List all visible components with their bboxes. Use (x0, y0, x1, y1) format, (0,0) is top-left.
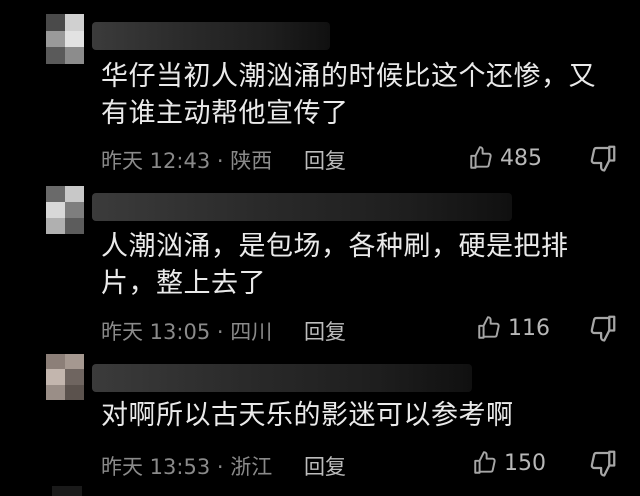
like-count: 150 (504, 450, 546, 476)
username[interactable] (92, 193, 512, 221)
comment-text: 人潮汹涌，是包场，各种刷，硬是把排片，整上去了 (101, 231, 569, 299)
thumbs-down-icon[interactable] (588, 143, 618, 173)
username[interactable] (92, 22, 330, 50)
like-button[interactable]: 116 (476, 314, 550, 342)
thumbs-up-icon (470, 146, 492, 169)
avatar[interactable] (46, 354, 84, 400)
avatar[interactable] (46, 14, 84, 64)
reply-button[interactable]: 回复 (304, 145, 346, 175)
like-count: 116 (508, 315, 550, 341)
comment-text: 华仔当初人潮汹涌的时候比这个还惨，又有谁主动帮他宣传了 (101, 61, 596, 129)
thumbs-down-icon[interactable] (588, 448, 618, 478)
comment-meta: 昨天 12:43 · 陕西 (101, 149, 273, 173)
thumbs-up-icon (474, 451, 496, 474)
comment-meta: 昨天 13:53 · 浙江 (101, 455, 273, 479)
like-button[interactable]: 485 (468, 144, 542, 172)
comment-item: 华仔当初人潮汹涌的时候比这个还惨，又有谁主动帮他宣传了 昨天 12:43 · 陕… (0, 0, 640, 180)
thumbs-up-icon (478, 316, 500, 339)
avatar[interactable] (46, 186, 84, 234)
comment-item: 人潮汹涌，是包场，各种刷，硬是把排片，整上去了 昨天 13:05 · 四川 回复… (0, 180, 640, 350)
like-count: 485 (500, 145, 542, 171)
comment-text: 对啊所以古天乐的影迷可以参考啊 (101, 400, 514, 431)
reply-button[interactable]: 回复 (304, 451, 346, 481)
like-button[interactable]: 150 (472, 449, 546, 477)
thumbs-down-icon[interactable] (588, 313, 618, 343)
reply-button[interactable]: 回复 (304, 316, 346, 346)
comment-meta: 昨天 13:05 · 四川 (101, 320, 273, 344)
comment-item: 对啊所以古天乐的影迷可以参考啊 昨天 13:53 · 浙江 回复 150 (0, 350, 640, 490)
username[interactable] (92, 364, 472, 392)
next-comment-avatar (52, 486, 82, 496)
